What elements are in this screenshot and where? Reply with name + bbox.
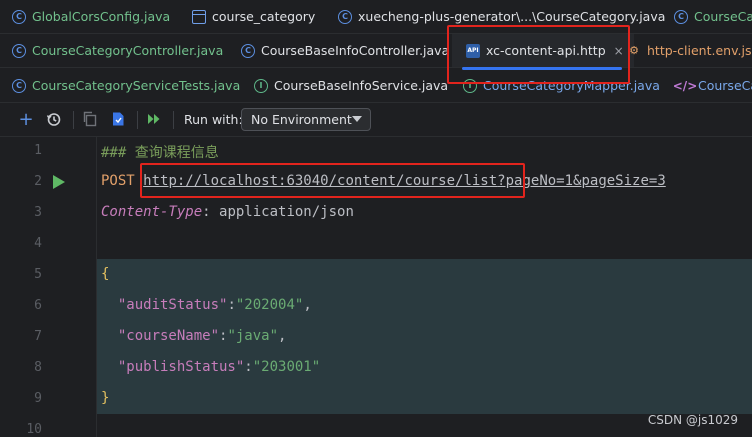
convert-file-icon[interactable] xyxy=(110,111,126,127)
line-number: 3 xyxy=(34,205,42,220)
line-number: 1 xyxy=(34,143,42,158)
header-name: Content-Type xyxy=(101,204,203,220)
toolbar-divider xyxy=(173,111,174,129)
table-icon xyxy=(192,9,206,24)
header-separator: : xyxy=(202,204,220,220)
chevron-down-icon xyxy=(352,116,362,122)
code-line-3: Content-Type: application/json xyxy=(101,204,354,220)
line-number: 2 xyxy=(34,174,42,189)
line-number: 8 xyxy=(34,360,42,375)
annotation-box-active-tab xyxy=(447,25,630,84)
tab-label: http-client.env.json xyxy=(647,43,752,58)
line-number: 4 xyxy=(34,236,42,251)
json-value: "202004" xyxy=(235,297,304,313)
json-open-brace: { xyxy=(101,266,110,282)
line-number: 6 xyxy=(34,298,42,313)
watermark: CSDN @js1029 xyxy=(647,413,738,427)
tab-http-client-env-json[interactable]: ⚙ http-client.env.json xyxy=(627,34,752,67)
code-line-8: "publishStatus":"203001" xyxy=(117,359,321,375)
tab-course-ca-2[interactable]: </> CourseCa xyxy=(672,69,752,102)
json-close-brace: } xyxy=(101,390,110,406)
tab-course-category-controller[interactable]: C CourseCategoryController.java xyxy=(12,34,223,67)
tab-course-category-service-tests[interactable]: C CourseCategoryServiceTests.java xyxy=(12,69,240,102)
line-number: 5 xyxy=(34,267,42,282)
http-toolbar: + Run with: No Environment xyxy=(0,103,752,137)
interface-icon: I xyxy=(254,78,268,93)
tab-label: CourseCategoryController.java xyxy=(32,43,224,58)
toolbar-divider xyxy=(73,111,74,129)
code-line-7: "courseName":"java", xyxy=(117,328,287,344)
tab-label: CourseBaseInfoService.java xyxy=(274,78,449,93)
tab-label: CourseCa xyxy=(694,9,752,24)
line-number: 9 xyxy=(34,391,42,406)
tab-label: CourseCategoryServiceTests.java xyxy=(32,78,241,93)
editor-gutter: 1 2 3 4 5 6 7 8 9 10 xyxy=(0,137,97,437)
request-comment: ### 查询课程信息 xyxy=(101,145,219,161)
code-line-6: "auditStatus":"202004", xyxy=(117,297,312,313)
toolbar-divider xyxy=(137,111,138,129)
code-line-5: { xyxy=(101,266,109,282)
class-icon: C xyxy=(12,78,26,93)
tab-label: GlobalCorsConfig.java xyxy=(32,9,171,24)
code-line-9: } xyxy=(101,390,109,406)
tab-course-base-info-controller[interactable]: C CourseBaseInfoController.java xyxy=(241,34,449,67)
editor-tabs-row-2: C CourseCategoryController.java C Course… xyxy=(0,34,752,68)
tab-label: course_category xyxy=(212,9,316,24)
tab-course-ca-1[interactable]: C CourseCa xyxy=(674,0,752,33)
add-request-icon[interactable]: + xyxy=(18,109,34,130)
run-with-label: Run with: xyxy=(184,112,243,127)
tab-label: CourseCa xyxy=(698,78,752,93)
class-icon: C xyxy=(674,9,688,24)
json-value: "203001" xyxy=(252,359,321,375)
class-icon: C xyxy=(12,9,26,24)
json-key: "publishStatus" xyxy=(117,359,245,375)
run-all-icon[interactable] xyxy=(146,111,162,127)
run-request-icon[interactable] xyxy=(53,175,65,189)
copy-icon[interactable] xyxy=(82,111,98,127)
json-key: "auditStatus" xyxy=(117,297,228,313)
header-value: application/json xyxy=(219,204,354,220)
history-icon[interactable] xyxy=(46,111,62,127)
class-icon: C xyxy=(241,43,255,58)
html-icon: </> xyxy=(672,78,698,93)
line-number: 7 xyxy=(34,329,42,344)
editor-tabs-row-3: C CourseCategoryServiceTests.java I Cour… xyxy=(0,69,752,103)
tab-label: CourseBaseInfoController.java xyxy=(261,43,450,58)
tab-global-cors-config[interactable]: C GlobalCorsConfig.java xyxy=(12,0,170,33)
class-icon: C xyxy=(12,43,26,58)
editor-tabs-row-1: C GlobalCorsConfig.java course_category … xyxy=(0,0,752,34)
class-icon: C xyxy=(338,9,352,24)
tab-course-base-info-service[interactable]: I CourseBaseInfoService.java xyxy=(254,69,448,102)
tab-course-category-table[interactable]: course_category xyxy=(192,0,315,33)
environment-value: No Environment xyxy=(251,112,352,127)
code-line-1: ### 查询课程信息 xyxy=(101,142,219,162)
annotation-box-url xyxy=(140,163,525,198)
json-key: "courseName" xyxy=(117,328,220,344)
json-value: "java" xyxy=(227,328,279,344)
environment-select[interactable]: No Environment xyxy=(241,108,371,131)
http-method: POST xyxy=(101,173,135,189)
line-number: 10 xyxy=(26,422,42,437)
tab-label: xuecheng-plus-generator\...\CourseCatego… xyxy=(358,9,666,24)
